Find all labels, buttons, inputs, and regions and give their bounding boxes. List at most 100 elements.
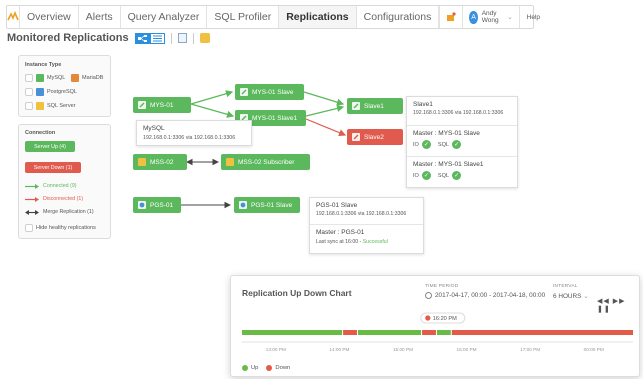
chart-legend: Up Down xyxy=(242,365,290,371)
time-marker[interactable]: 16:20 PM xyxy=(420,312,466,324)
mysql-info-card: MySQL 192.168.0.1:3306 via 192.168.0.1:3… xyxy=(136,120,252,146)
timeline-segment-up[interactable] xyxy=(242,330,343,335)
legend-down: Down xyxy=(266,365,290,371)
instance-type-title: Instance Type xyxy=(25,62,62,68)
check-icon: ✓ xyxy=(452,171,462,180)
tab-sql-profiler[interactable]: SQL Profiler xyxy=(207,6,280,28)
merge-legend[interactable]: Merge Replication (1) xyxy=(25,209,94,215)
x-tick-label: 00:00 PM xyxy=(583,347,604,352)
settings-icon[interactable] xyxy=(199,33,210,43)
sqlserver-checkbox[interactable]: SQL Server xyxy=(25,102,76,110)
mysql-icon xyxy=(138,101,146,109)
tab-overview[interactable]: Overview xyxy=(20,6,79,28)
hide-healthy-checkbox[interactable]: Hide healthy replications xyxy=(25,224,96,232)
export-icon[interactable] xyxy=(177,33,187,43)
pgs-master: Master : PGS-01 xyxy=(316,229,365,236)
connection-title: Connection xyxy=(25,130,56,136)
sqlserver-icon xyxy=(36,102,44,110)
red-arrow-icon xyxy=(25,196,39,202)
list-view-button[interactable] xyxy=(149,32,165,44)
timeline-segment-up[interactable] xyxy=(436,330,451,335)
check-icon: ✓ xyxy=(452,140,462,149)
x-tick-label: 14:00 PM xyxy=(329,347,350,352)
timeline-segment-up[interactable] xyxy=(357,330,422,335)
pgs-last-sync: Last sync at 16:00 - Successful xyxy=(316,239,388,245)
sqlserver-icon xyxy=(226,158,234,166)
check-icon: ✓ xyxy=(421,140,431,149)
help-link[interactable]: Help xyxy=(518,6,547,28)
server-up-button[interactable]: Server Up (4) xyxy=(25,141,75,152)
chevron-down-icon: ⌄ xyxy=(507,14,513,21)
pgs-info-addr: 192.168.0.1:3306 via 192.168.0.1:3306 xyxy=(316,211,407,217)
x-tick-label: 17:00 PM xyxy=(520,347,541,352)
node-mys-01[interactable]: MYS-01 xyxy=(133,97,191,113)
x-tick-label: 13:00 PM xyxy=(265,347,286,352)
tab-replications[interactable]: Replications xyxy=(279,6,357,28)
postgresql-icon xyxy=(36,88,44,96)
pgs-info-name: PGS-01 Slave xyxy=(316,202,358,209)
mysql-info-addr: 192.168.0.1:3306 via 192.168.0.1:3306 xyxy=(143,135,236,141)
x-tick-label: 15:00 PM xyxy=(392,347,414,352)
server-down-button[interactable]: Server Down (1) xyxy=(25,162,81,173)
node-slave1[interactable]: Slave1 xyxy=(347,98,403,114)
disconnected-legend[interactable]: Disconnected (1) xyxy=(25,196,83,202)
replication-chart-card: Replication Up Down Chart TIME PERIOD 20… xyxy=(230,275,640,377)
plugin-icon[interactable] xyxy=(439,6,462,28)
tab-query-analyzer[interactable]: Query Analyzer xyxy=(121,6,208,28)
tab-alerts[interactable]: Alerts xyxy=(79,6,121,28)
mysql-icon xyxy=(240,88,248,96)
sql-label: SQL xyxy=(437,141,450,148)
x-tick-label: 16:00 PM xyxy=(456,347,477,352)
avatar: A xyxy=(469,10,478,24)
mysql-icon xyxy=(352,102,360,110)
mysql-info-name: MySQL xyxy=(143,125,165,132)
topology-view-button[interactable] xyxy=(134,32,150,44)
io-label: IO xyxy=(413,141,419,148)
slave1-info-name: Slave1 xyxy=(413,101,433,108)
postgresql-checkbox[interactable]: PostgreSQL xyxy=(25,88,77,96)
page-title: Monitored Replications xyxy=(7,32,129,44)
io-label: IO xyxy=(413,172,419,179)
marker-label: 16:20 PM xyxy=(433,316,457,322)
instance-type-panel: Instance Type MySQL MariaDB PostgreSQL S… xyxy=(18,55,111,117)
postgresql-icon xyxy=(138,201,146,209)
node-mss-02[interactable]: MSS-02 xyxy=(133,154,187,170)
node-pgs-01[interactable]: PGS-01 xyxy=(133,197,181,213)
user-menu[interactable]: A Andy Wong ⌄ xyxy=(462,6,518,28)
sql-label: SQL xyxy=(437,172,450,179)
up-dot-icon xyxy=(242,365,248,371)
tab-configurations[interactable]: Configurations xyxy=(357,6,440,28)
top-nav: Overview Alerts Query Analyzer SQL Profi… xyxy=(6,5,540,29)
pgs-info-card: PGS-01 Slave 192.168.0.1:3306 via 192.16… xyxy=(309,197,424,254)
down-dot-icon xyxy=(266,365,273,371)
connection-panel: Connection Server Up (4) Server Down (1)… xyxy=(18,124,111,239)
app-logo[interactable] xyxy=(7,6,20,28)
node-mys-01-slave[interactable]: MYS-01 Slave xyxy=(235,84,304,100)
mysql-checkbox[interactable]: MySQL xyxy=(25,74,65,82)
timeline-segment-down[interactable] xyxy=(343,330,357,335)
slave1-info-card: Slave1 192.168.0.1:3306 via 192.168.0.1:… xyxy=(406,96,518,188)
mariadb-checkbox[interactable]: MariaDB xyxy=(71,74,103,82)
user-name: Andy Wong xyxy=(481,10,499,24)
mysql-icon xyxy=(36,74,44,82)
mysql-icon xyxy=(352,133,360,141)
node-slave2[interactable]: Slave2 xyxy=(347,129,403,145)
marker-dot-icon xyxy=(425,315,431,321)
sync-status: Successful xyxy=(362,239,388,245)
timeline-segment-down[interactable] xyxy=(451,330,633,335)
replications-app: Overview Alerts Query Analyzer SQL Profi… xyxy=(0,0,643,379)
slave1-master1: Master : MYS-01 Slave xyxy=(413,130,480,137)
sqlserver-icon xyxy=(138,158,146,166)
postgresql-icon xyxy=(239,201,247,209)
slave1-master2: Master : MYS-01 Slave1 xyxy=(413,161,484,168)
green-arrow-icon xyxy=(25,183,39,189)
check-icon: ✓ xyxy=(421,171,431,180)
node-pgs-01-slave[interactable]: PGS-01 Slave xyxy=(234,197,300,213)
double-arrow-icon xyxy=(25,209,39,215)
mariadb-icon xyxy=(71,74,79,82)
connected-legend[interactable]: Connected (9) xyxy=(25,183,77,189)
timeline-segment-down[interactable] xyxy=(422,330,436,335)
node-mss-02-subscriber[interactable]: MSS-02 Subscriber xyxy=(221,154,310,170)
timeline-chart: 16:20 PM xyxy=(242,312,633,343)
page-header: Monitored Replications xyxy=(6,29,534,47)
